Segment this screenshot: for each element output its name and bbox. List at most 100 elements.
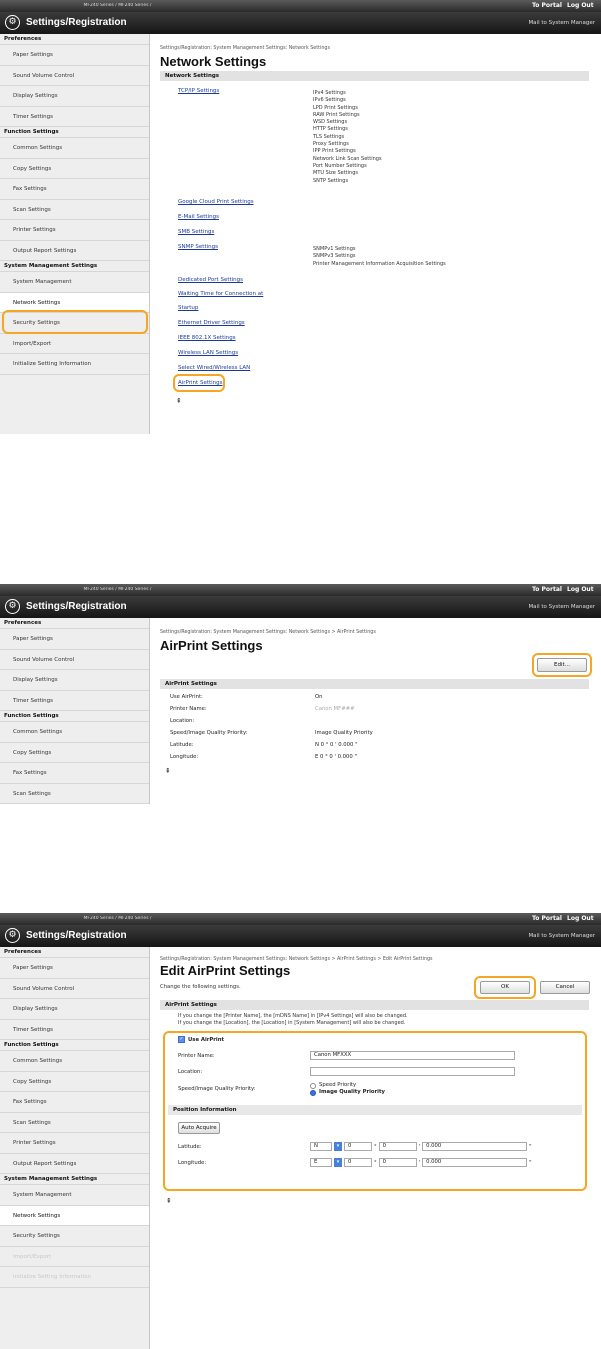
longitude-direction-select[interactable]: E [310,1158,332,1167]
sidebar-item-security[interactable]: Security Settings [0,1226,149,1247]
sidebar-item-system-management[interactable]: System Management [0,1185,149,1206]
sidebar-item-import-export[interactable]: Import/Export [0,1247,149,1267]
sidebar-item-fax[interactable]: Fax Settings [0,763,149,784]
sidebar-item-scan[interactable]: Scan Settings [0,784,149,804]
sidebar-item-display[interactable]: Display Settings [0,86,149,107]
page-title: AirPrint Settings [160,638,263,653]
list-item: MTU Size Settings [313,170,358,177]
scroll-to-top-icon[interactable]: ⇞ [165,767,594,775]
sidebar-item-system-management[interactable]: System Management [0,272,149,293]
auto-acquire-button[interactable]: Auto Acquire [178,1122,220,1134]
sidebar-item-sound[interactable]: Sound Volume Control [0,650,149,670]
sidebar-item-output[interactable]: Output Report Settings [0,1154,149,1174]
sidebar-item-import-export[interactable]: Import/Export [0,334,149,354]
sidebar-item-copy[interactable]: Copy Settings [0,743,149,763]
image-priority-label: Image Quality Priority [319,1089,385,1095]
sidebar-item-printer[interactable]: Printer Settings [0,220,149,241]
image-priority-option[interactable]: Image Quality Priority [310,1089,385,1096]
ieee-8021x-link[interactable]: IEEE 802.1X Settings [178,335,236,341]
sidebar-item-common[interactable]: Common Settings [0,1051,149,1072]
smb-settings-link[interactable]: SMB Settings [178,229,214,235]
second-unit: " [529,1143,532,1150]
chevron-down-icon[interactable]: ▾ [334,1158,342,1167]
section-header: AirPrint Settings [160,1000,589,1010]
sidebar-item-paper[interactable]: Paper Settings [0,45,149,66]
to-portal-link[interactable]: To Portal [532,915,562,922]
sidebar-item-sound[interactable]: Sound Volume Control [0,66,149,86]
mail-to-system-manager-link[interactable]: Mail to System Manager [528,20,595,26]
main-content: Settings/Registration: System Management… [150,34,601,448]
scroll-to-top-icon[interactable]: ⇞ [176,397,182,405]
longitude-seconds-input[interactable]: 0.000 [422,1158,528,1167]
longitude-minutes-input[interactable]: 0 [378,1158,417,1167]
sidebar-item-initialize[interactable]: Initialize Setting Information [0,354,149,375]
latitude-degrees-input[interactable]: 0 [344,1142,372,1151]
window-title: MF240 Series / MF240 Series / [83,916,152,921]
chevron-down-icon[interactable]: ▾ [334,1142,342,1151]
latitude-minutes-input[interactable]: 0 [378,1142,417,1151]
log-out-link[interactable]: Log Out [567,2,594,9]
sidebar-item-sound[interactable]: Sound Volume Control [0,979,149,999]
sidebar-item-common[interactable]: Common Settings [0,722,149,743]
image-priority-radio[interactable] [310,1089,316,1096]
wireless-lan-link[interactable]: Wireless LAN Settings [178,350,238,356]
sidebar-item-output[interactable]: Output Report Settings [0,241,149,261]
speed-priority-option[interactable]: Speed Priority [310,1082,385,1089]
sidebar-item-paper[interactable]: Paper Settings [0,958,149,979]
ethernet-driver-link[interactable]: Ethernet Driver Settings [178,320,245,326]
latitude-direction-select[interactable]: N [310,1142,332,1151]
select-wired-wireless-link[interactable]: Select Wired/Wireless LAN [178,365,250,371]
sidebar-item-copy[interactable]: Copy Settings [0,159,149,179]
screenshot-airprint-settings: MF240 Series / MF240 Series / To Portal … [0,434,601,804]
sidebar-item-timer[interactable]: Timer Settings [0,1020,149,1040]
waiting-time-link-line2[interactable]: Startup [178,305,198,311]
app-header: ⚙ Settings/Registration Mail to System M… [0,12,601,34]
sidebar-item-timer[interactable]: Timer Settings [0,691,149,711]
sidebar-item-printer[interactable]: Printer Settings [0,1133,149,1154]
use-airprint-checkbox[interactable]: ✓ [178,1036,185,1043]
mail-to-system-manager-link[interactable]: Mail to System Manager [528,933,595,939]
sidebar-item-scan[interactable]: Scan Settings [0,1113,149,1133]
location-label: Location: [178,1069,203,1075]
sidebar-item-common[interactable]: Common Settings [0,138,149,159]
row-label: Printer Name: [170,706,207,712]
speed-priority-radio[interactable] [310,1082,316,1089]
sidebar-item-copy[interactable]: Copy Settings [0,1072,149,1092]
sidebar-item-timer[interactable]: Timer Settings [0,107,149,127]
waiting-time-link[interactable]: Waiting Time for Connection at [178,291,263,297]
sidebar-item-network[interactable]: Network Settings [0,1205,149,1226]
cancel-button[interactable]: Cancel [540,981,590,994]
to-portal-link[interactable]: To Portal [532,2,562,9]
notes: If you change the [Printer Name], the [m… [160,1010,589,1027]
log-out-link[interactable]: Log Out [567,915,594,922]
google-cloud-print-link[interactable]: Google Cloud Print Settings [178,199,254,205]
main-content: Settings/Registration: System Management… [150,947,601,1349]
sidebar-item-fax[interactable]: Fax Settings [0,179,149,200]
sidebar-item-paper[interactable]: Paper Settings [0,629,149,650]
list-item: WSD Settings [313,119,348,126]
sidebar-item-display[interactable]: Display Settings [0,999,149,1020]
sidebar-item-scan[interactable]: Scan Settings [0,200,149,220]
latitude-fields: N ▾ 0 ° 0 ' 0.000 " [310,1142,532,1151]
log-out-link[interactable]: Log Out [567,586,594,593]
to-portal-link[interactable]: To Portal [532,586,562,593]
longitude-degrees-input[interactable]: 0 [344,1158,372,1167]
snmp-settings-link[interactable]: SNMP Settings [178,244,218,250]
dedicated-port-link[interactable]: Dedicated Port Settings [178,277,243,283]
second-unit: " [529,1159,532,1166]
sidebar-item-display[interactable]: Display Settings [0,670,149,691]
list-item: Port Number Settings [313,162,367,169]
degree-unit: ° [374,1143,377,1150]
mail-to-system-manager-link[interactable]: Mail to System Manager [528,604,595,610]
sidebar-item-fax[interactable]: Fax Settings [0,1092,149,1113]
list-item: HTTP Settings [313,126,348,133]
section-header: AirPrint Settings [160,679,589,689]
page-title: Network Settings [160,54,267,69]
location-input[interactable] [310,1067,515,1076]
tcpip-settings-link[interactable]: TCP/IP Settings [178,88,219,94]
latitude-seconds-input[interactable]: 0.000 [422,1142,528,1151]
scroll-to-top-icon[interactable]: ⇞ [166,1197,172,1205]
sidebar-item-initialize[interactable]: Initialize Setting Information [0,1267,149,1288]
printer-name-input[interactable]: Canon MFXXX [310,1051,515,1060]
email-settings-link[interactable]: E-Mail Settings [178,214,219,220]
